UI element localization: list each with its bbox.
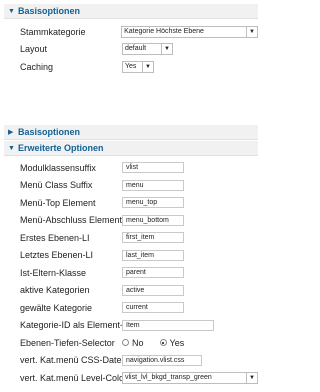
field-label: Modulklassensuffix	[20, 162, 96, 173]
form-row: Letztes Ebenen-LI last_item	[4, 247, 258, 265]
field-label: gewälte Kategorie	[20, 302, 93, 313]
chevron-down-icon: ▼	[161, 44, 170, 55]
radio-yes-label: Yes	[169, 337, 185, 348]
field-label: Menü-Top Element	[20, 197, 96, 208]
field-label: Menü Class Suffix	[20, 180, 93, 191]
advanced-options-panel: ▶ Basisoptionen ▼ Erweiterte Optionen Mo…	[4, 125, 258, 392]
css-datei-input[interactable]: navigation.vlist.css	[122, 354, 202, 366]
form-row: Modulklassensuffix vlist	[4, 159, 258, 177]
erweitert-options-header[interactable]: ▼ Erweiterte Optionen	[4, 141, 258, 156]
field-label: Ist-Eltern-Klasse	[20, 267, 87, 278]
field-label: Ebenen-Tiefen-Selector	[20, 337, 115, 348]
chevron-down-icon: ▼	[246, 26, 255, 37]
stammkategorie-select[interactable]: Kategorie Höchste Ebene ▼	[121, 25, 258, 38]
layout-select[interactable]: default ▼	[122, 43, 173, 56]
radio-yes-option[interactable]: Yes	[159, 337, 185, 348]
form-row: Kategorie-ID als Element-ID Item	[4, 317, 258, 335]
select-value: Yes	[125, 62, 137, 70]
radio-no-option[interactable]: No	[122, 338, 144, 348]
layout-row: Layout default ▼	[4, 41, 258, 59]
field-label: vert. Kat.menü CSS-Datei	[20, 355, 124, 366]
modulklassensuffix-input[interactable]: vlist	[122, 162, 184, 174]
stammkategorie-row: Stammkategorie Kategorie Höchste Ebene ▼	[4, 23, 258, 41]
current-category-input[interactable]: current	[122, 302, 184, 314]
level-color-select[interactable]: vlist_lvl_bkgd_transp_green ▼	[122, 371, 258, 384]
field-label: Kategorie-ID als Element-ID	[20, 320, 133, 331]
select-value: vlist_lvl_bkgd_transp_green	[125, 373, 212, 381]
chevron-down-icon: ▼	[8, 144, 15, 152]
element-id-input[interactable]: Item	[122, 319, 214, 331]
last-item-input[interactable]: last_item	[122, 249, 184, 261]
chevron-down-icon: ▼	[8, 7, 15, 15]
chevron-down-icon: ▼	[142, 61, 151, 72]
select-value: Kategorie Höchste Ebene	[124, 27, 204, 35]
field-label: Letztes Ebenen-LI	[20, 250, 94, 261]
layout-label: Layout	[20, 44, 48, 55]
field-label: Erstes Ebenen-LI	[20, 232, 90, 243]
caching-label: Caching	[20, 61, 54, 72]
basis-options-header[interactable]: ▼ Basisoptionen	[4, 4, 258, 19]
form-row: Menü-Abschluss Element menu_bottom	[4, 212, 258, 230]
radio-no-label: No	[132, 337, 144, 348]
form-row: Menü Class Suffix menu	[4, 177, 258, 195]
stammkategorie-label: Stammkategorie	[20, 26, 86, 37]
form-row: Erstes Ebenen-LI first_item	[4, 229, 258, 247]
active-categories-input[interactable]: active	[122, 284, 184, 296]
panel-title: Basisoptionen	[18, 6, 81, 16]
menu-bottom-input[interactable]: menu_bottom	[122, 214, 184, 226]
form-row: aktive Kategorien active	[4, 282, 258, 300]
basis-options-panel: ▼ Basisoptionen Stammkategorie Kategorie…	[4, 4, 258, 104]
radio-yes[interactable]	[159, 339, 167, 347]
field-label: Menü-Abschluss Element	[20, 215, 123, 226]
level-color-row: vert. Kat.menü Level-Color vlist_lvl_bkg…	[4, 369, 258, 387]
panel-title: Erweiterte Optionen	[18, 143, 104, 153]
basis-options-collapsed-header[interactable]: ▶ Basisoptionen	[4, 125, 258, 140]
field-label: aktive Kategorien	[20, 285, 90, 296]
chevron-down-icon: ▼	[246, 372, 255, 383]
first-item-input[interactable]: first_item	[122, 232, 184, 244]
select-value: default	[125, 45, 147, 53]
ebenen-radio-group: No Yes	[122, 338, 184, 348]
panel-title: Basisoptionen	[18, 127, 81, 137]
chevron-right-icon: ▶	[8, 129, 14, 136]
radio-no[interactable]	[122, 339, 129, 347]
form-row: gewälte Kategorie current	[4, 299, 258, 317]
menu-top-input[interactable]: menu_top	[122, 197, 184, 209]
menu-class-suffix-input[interactable]: menu	[122, 179, 184, 191]
parent-class-input[interactable]: parent	[122, 267, 184, 279]
css-datei-row: vert. Kat.menü CSS-Datei navigation.vlis…	[4, 352, 258, 370]
form-row: Ist-Eltern-Klasse parent	[4, 264, 258, 282]
caching-select[interactable]: Yes ▼	[122, 60, 154, 73]
form-row: Menü-Top Element menu_top	[4, 194, 258, 212]
field-label: vert. Kat.menü Level-Color	[20, 372, 128, 383]
ebenen-tiefen-row: Ebenen-Tiefen-Selector No Yes	[4, 334, 258, 352]
caching-row: Caching Yes ▼	[4, 58, 258, 76]
